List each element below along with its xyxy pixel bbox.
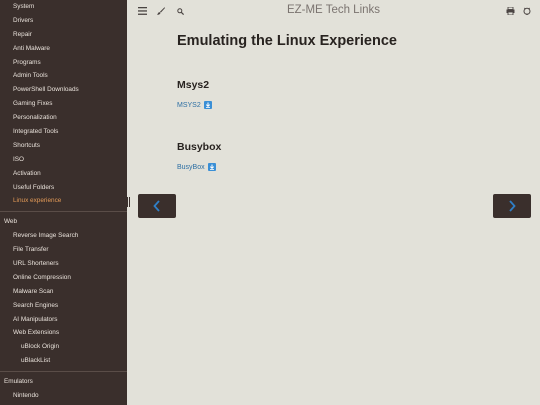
sidebar-item-integrated-tools[interactable]: Integrated Tools <box>0 125 127 139</box>
sidebar-heading-web[interactable]: Web <box>0 215 127 229</box>
download-icon <box>203 101 212 109</box>
sidebar-divider <box>0 211 127 213</box>
sidebar-item-gaming-fixes[interactable]: Gaming Fixes <box>0 97 127 111</box>
chevron-right-icon <box>509 200 516 212</box>
page-title: Emulating the Linux Experience <box>177 33 397 49</box>
msys2-download-link[interactable]: MSYS2 <box>177 101 212 109</box>
sidebar-item-search-engines[interactable]: Search Engines <box>0 299 127 313</box>
sidebar-group-emulators: Emulators Nintendo <box>0 375 127 403</box>
sidebar-item-ublacklist[interactable]: uBlackList <box>0 354 127 368</box>
sidebar-item-linux-experience[interactable]: Linux experience <box>0 194 127 208</box>
sidebar-group-main: System Drivers Repair Anti Malware Progr… <box>0 0 127 208</box>
print-icon[interactable] <box>504 5 516 17</box>
sidebar-item-repair[interactable]: Repair <box>0 28 127 42</box>
sidebar-item-drivers[interactable]: Drivers <box>0 14 127 28</box>
next-page-button[interactable] <box>493 194 531 218</box>
busybox-link-label: BusyBox <box>177 163 205 171</box>
sidebar-item-shortcuts[interactable]: Shortcuts <box>0 139 127 153</box>
chevron-left-icon <box>153 200 160 212</box>
sidebar-item-system[interactable]: System <box>0 0 127 14</box>
sidebar-item-programs[interactable]: Programs <box>0 56 127 70</box>
sidebar-item-ublock-origin[interactable]: uBlock Origin <box>0 340 127 354</box>
msys2-link-label: MSYS2 <box>177 101 201 109</box>
sidebar-item-online-compression[interactable]: Online Compression <box>0 271 127 285</box>
sidebar: System Drivers Repair Anti Malware Progr… <box>0 0 127 405</box>
sidebar-item-activation[interactable]: Activation <box>0 167 127 181</box>
sidebar-item-powershell-downloads[interactable]: PowerShell Downloads <box>0 83 127 97</box>
sidebar-item-url-shorteners[interactable]: URL Shorteners <box>0 257 127 271</box>
app-title: EZ-ME Tech Links <box>286 4 381 16</box>
sidebar-item-file-transfer[interactable]: File Transfer <box>0 243 127 257</box>
github-icon[interactable] <box>521 5 533 17</box>
busybox-download-link[interactable]: BusyBox <box>177 163 216 171</box>
sidebar-group-web: Web Reverse Image Search File Transfer U… <box>0 215 127 368</box>
sidebar-resize-handle[interactable] <box>127 197 130 207</box>
top-bar: EZ-ME Tech Links <box>127 0 540 24</box>
previous-page-button[interactable] <box>138 194 176 218</box>
section-heading-msys2: Msys2 <box>177 79 210 91</box>
sidebar-item-personalization[interactable]: Personalization <box>0 111 127 125</box>
sidebar-item-ai-manipulators[interactable]: AI Manipulators <box>0 313 127 327</box>
sidebar-item-admin-tools[interactable]: Admin Tools <box>0 69 127 83</box>
sidebar-divider <box>0 371 127 373</box>
sidebar-item-reverse-image-search[interactable]: Reverse Image Search <box>0 229 127 243</box>
sidebar-item-anti-malware[interactable]: Anti Malware <box>0 42 127 56</box>
sidebar-heading-emulators[interactable]: Emulators <box>0 375 127 389</box>
sidebar-item-malware-scan[interactable]: Malware Scan <box>0 285 127 299</box>
download-icon <box>207 163 216 171</box>
sidebar-item-iso[interactable]: ISO <box>0 153 127 167</box>
section-heading-busybox: Busybox <box>177 141 222 153</box>
sidebar-item-nintendo[interactable]: Nintendo <box>0 389 127 403</box>
sidebar-item-web-extensions[interactable]: Web Extensions <box>0 326 127 340</box>
sidebar-item-useful-folders[interactable]: Useful Folders <box>0 181 127 195</box>
